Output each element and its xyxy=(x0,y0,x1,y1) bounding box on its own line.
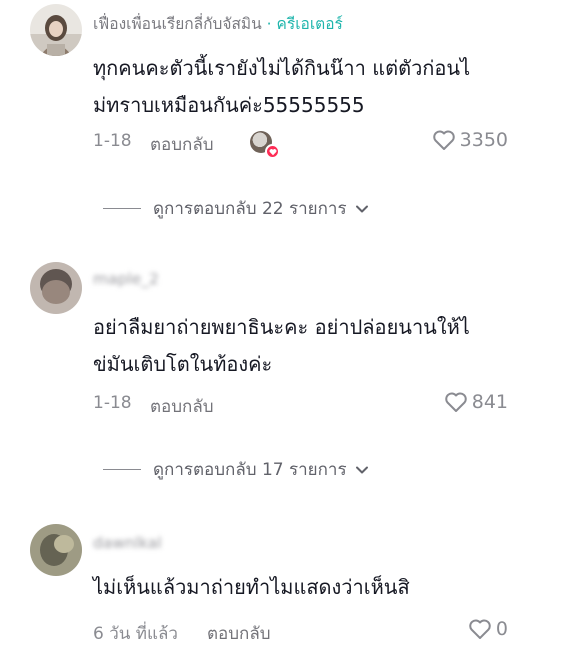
reply-button[interactable]: ตอบกลับ xyxy=(207,620,271,647)
divider-line xyxy=(103,208,141,209)
comment-date: 1-18 xyxy=(93,393,132,413)
creator-tag: ครีเอเตอร์ xyxy=(276,15,343,33)
comment-text: ไม่เห็นแล้วมาถ่ายทำไมแสดงว่าเห็นสิ xyxy=(93,575,410,599)
chevron-down-icon xyxy=(355,205,368,212)
reply-button[interactable]: ตอบกลับ xyxy=(150,393,214,420)
chevron-down-icon xyxy=(355,466,368,473)
like-count: 841 xyxy=(471,391,508,413)
heart-outline-icon xyxy=(432,130,455,150)
comment-text: อย่าลืมยาถ่ายพยาธินะคะ อย่าปล่อยนานให้ไ … xyxy=(93,315,470,376)
divider-line xyxy=(103,469,141,470)
view-replies-button[interactable]: ดูการตอบกลับ 17 รายการ xyxy=(103,456,369,483)
creator-liked-badge xyxy=(250,131,280,159)
comment-username[interactable]: dawnlkal xyxy=(93,534,162,552)
avatar[interactable] xyxy=(30,4,82,56)
comment-date: 1-18 xyxy=(93,131,132,151)
creator-separator: · xyxy=(261,15,277,33)
like-count: 0 xyxy=(495,618,508,640)
comment-text: ทุกคนคะตัวนี้เรายังไม่ได้กินน๊าา แต่ตัวก… xyxy=(93,56,471,117)
avatar[interactable] xyxy=(30,262,82,314)
comment-username[interactable]: เฟื่องเพื่อนเรียกลี่กับจัสมิน · ครีเอเตอ… xyxy=(93,11,343,36)
heart-outline-icon xyxy=(469,619,491,639)
like-count: 3350 xyxy=(459,129,508,151)
view-replies-label: ดูการตอบกลับ 17 รายการ xyxy=(153,460,347,480)
avatar[interactable] xyxy=(30,524,82,576)
like-button[interactable]: 3350 xyxy=(432,129,508,151)
creator-liked-heart-icon xyxy=(265,144,280,159)
reply-button[interactable]: ตอบกลับ xyxy=(150,131,214,158)
view-replies-button[interactable]: ดูการตอบกลับ 22 รายการ xyxy=(103,195,369,222)
like-button[interactable]: 0 xyxy=(468,618,508,640)
comment-date: 6 วัน ที่แล้ว xyxy=(93,624,178,644)
view-replies-label: ดูการตอบกลับ 22 รายการ xyxy=(153,199,347,219)
like-button[interactable]: 841 xyxy=(444,391,508,413)
heart-outline-icon xyxy=(444,392,467,412)
username-text[interactable]: เฟื่องเพื่อนเรียกลี่กับจัสมิน xyxy=(93,15,262,33)
comment-username[interactable]: maple_2 xyxy=(93,270,159,288)
